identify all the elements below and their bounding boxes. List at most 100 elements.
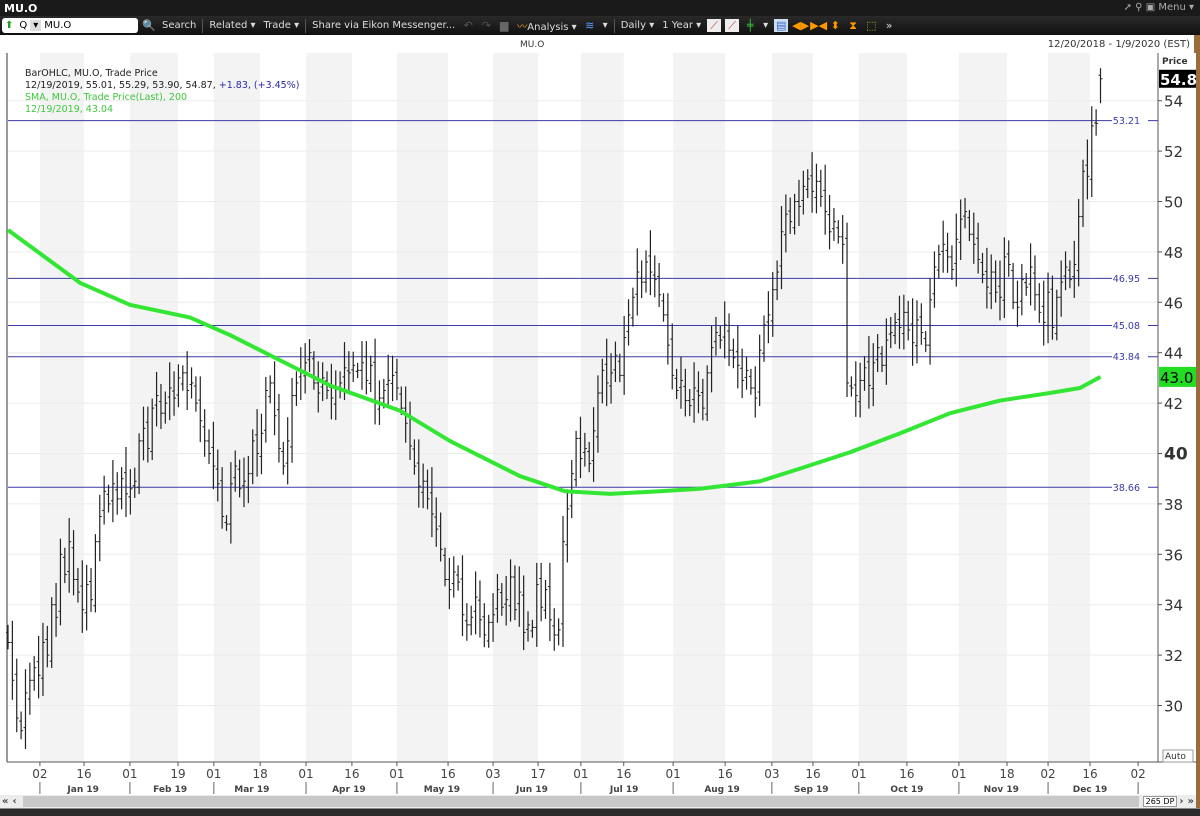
ric-input[interactable]: ⬆ Q ▾ MU.O xyxy=(2,18,138,33)
x-tick-label: 01 xyxy=(298,767,313,781)
time-scrollbar[interactable]: « ‹ 265 DP › » xyxy=(0,795,1196,808)
x-tick-label: 16 xyxy=(76,767,91,781)
x-tick-label: 16 xyxy=(616,767,631,781)
data-points-count: 265 DP xyxy=(1142,796,1178,807)
redo-icon[interactable]: ↷ xyxy=(479,19,493,32)
related-menu[interactable]: Related ▾ xyxy=(207,20,257,31)
menu-button[interactable]: ▣ Menu ▾ xyxy=(1146,2,1194,13)
y-tick-label: 36 xyxy=(1164,546,1183,564)
undo-icon[interactable]: ↶ xyxy=(461,19,475,32)
month-label: Jun 19 xyxy=(515,785,548,795)
crosshair-icon[interactable]: ╪ xyxy=(743,19,757,32)
y-tick-label: 42 xyxy=(1164,395,1183,413)
toolbar: ⬆ Q ▾ MU.O 🔍 Search Related ▾ Trade ▾ Sha… xyxy=(0,16,1200,35)
month-label: Oct 19 xyxy=(890,785,923,795)
window-controls: ➚ ⚲ ▣ Menu ▾ xyxy=(1124,2,1194,13)
x-tick-label: 01 xyxy=(951,767,966,781)
scroll-last-button[interactable]: » xyxy=(1186,796,1196,807)
hline-label: 38.66 xyxy=(1113,483,1140,494)
pan-horizontal-icon[interactable]: ◀▶ xyxy=(792,19,809,32)
month-label: May 19 xyxy=(424,785,460,795)
hline-label: 45.08 xyxy=(1113,321,1140,332)
time-band xyxy=(1048,53,1091,762)
legend-sma: SMA, MU.O, Trade Price(Last), 200 xyxy=(25,92,188,103)
chart-area[interactable]: 53.21 46.95 45.08 43.84 38.66 30 32 34 36 38 40 42 4… xyxy=(0,53,1199,795)
up-arrow-icon: ⬆ xyxy=(5,20,14,31)
chart-title: MU.O xyxy=(520,40,545,50)
x-tick-label: 01 xyxy=(389,767,404,781)
status-strip xyxy=(0,808,1200,816)
pin-icon[interactable]: ⚲ xyxy=(1135,2,1142,13)
time-band xyxy=(306,53,352,762)
legend-ohlc-values: 12/19/2019, 55.01, 55.29, 53.90, 54.87, xyxy=(25,80,216,91)
analysis-menu[interactable]: 〰Analysis ▾ xyxy=(515,18,578,33)
zoom-vertical-icon[interactable]: ⧗ xyxy=(846,19,860,32)
interval-dropdown[interactable]: Daily ▾ xyxy=(619,20,657,31)
y-tick-label: 54 xyxy=(1164,93,1183,111)
x-tick-label: 02 xyxy=(1130,767,1145,781)
legend-series: BarOHLC, MU.O, Trade Price xyxy=(25,68,158,79)
folder-icon[interactable]: ▆ xyxy=(497,19,511,32)
scrollbar-thumb[interactable] xyxy=(22,796,1139,807)
month-label: Mar 19 xyxy=(234,785,269,795)
legend-sma-value: 12/19/2019, 43.04 xyxy=(25,104,113,115)
ric-value[interactable]: MU.O xyxy=(41,20,74,31)
month-label: Dec 19 xyxy=(1073,785,1108,795)
divider xyxy=(613,18,615,33)
search-icon[interactable]: 🔍 xyxy=(142,19,156,32)
x-tick-label: 02 xyxy=(32,767,47,781)
x-tick-label: 01 xyxy=(665,767,680,781)
divider xyxy=(202,18,204,33)
sma-last-label: 43.0 xyxy=(1160,369,1193,387)
pop-out-icon[interactable]: ➚ xyxy=(1124,2,1132,13)
x-tick-label: 03 xyxy=(764,767,779,781)
y-tick-label: 50 xyxy=(1164,194,1183,212)
price-chart[interactable]: 53.21 46.95 45.08 43.84 38.66 30 32 34 36 38 40 42 4… xyxy=(0,53,1199,795)
scroll-next-button[interactable]: › xyxy=(1177,796,1185,807)
quote-type-dropdown[interactable]: Q xyxy=(16,20,30,31)
zoom-box-icon[interactable]: ⬚ xyxy=(864,19,878,32)
x-tick-label: 16 xyxy=(805,767,820,781)
month-label: Jan 19 xyxy=(66,785,99,795)
x-tick-label: 02 xyxy=(1040,767,1055,781)
zoom-horizontal-icon[interactable]: ▶◀ xyxy=(810,19,827,32)
y-tick-label: 46 xyxy=(1164,294,1183,312)
auto-scale-label: Auto xyxy=(1165,752,1186,762)
price-axis-title: Price xyxy=(1162,57,1188,67)
month-label: Aug 19 xyxy=(704,785,739,795)
chart-header: MU.O 12/20/2018 - 1/9/2020 (EST) xyxy=(0,35,1196,53)
y-tick-label: 40 xyxy=(1164,445,1188,465)
month-label: Nov 19 xyxy=(984,785,1019,795)
line-chart-icon[interactable]: ⟋ xyxy=(707,19,722,32)
x-tick-label: 16 xyxy=(1082,767,1097,781)
template-icon[interactable]: ▤ xyxy=(774,19,789,32)
time-band xyxy=(858,53,907,762)
hline-label: 43.84 xyxy=(1113,352,1140,363)
y-tick-label: 48 xyxy=(1164,244,1183,262)
y-tick-label: 52 xyxy=(1164,143,1183,161)
hline-label: 46.95 xyxy=(1113,274,1140,285)
share-button[interactable]: Share via Eikon Messenger... xyxy=(310,20,457,31)
chart-legend: BarOHLC, MU.O, Trade Price 12/19/2019, 5… xyxy=(25,68,299,116)
y-tick-label: 32 xyxy=(1164,647,1183,665)
studies-icon[interactable]: ≋ xyxy=(583,19,597,32)
trade-menu[interactable]: Trade ▾ xyxy=(262,20,302,31)
month-label: Jul 19 xyxy=(609,785,639,795)
scroll-prev-button[interactable]: ‹ xyxy=(10,796,18,807)
pan-vertical-icon[interactable]: ⬍ xyxy=(828,19,842,32)
search-button[interactable]: Search xyxy=(160,20,198,31)
scroll-first-button[interactable]: « xyxy=(0,796,10,807)
time-band xyxy=(580,53,624,762)
compare-icon[interactable]: ⟋ xyxy=(725,19,740,32)
month-label: Feb 19 xyxy=(153,785,187,795)
x-tick-label: 01 xyxy=(122,767,137,781)
x-tick-label: 16 xyxy=(344,767,359,781)
month-label: Apr 19 xyxy=(332,785,366,795)
chevron-down-icon[interactable]: ▾ xyxy=(30,20,42,31)
time-band xyxy=(493,53,539,762)
range-dropdown[interactable]: 1 Year ▾ xyxy=(660,20,703,31)
x-tick-label: 03 xyxy=(485,767,500,781)
x-tick-label: 19 xyxy=(170,767,185,781)
divider xyxy=(305,18,307,33)
more-icon[interactable]: » xyxy=(882,19,896,32)
